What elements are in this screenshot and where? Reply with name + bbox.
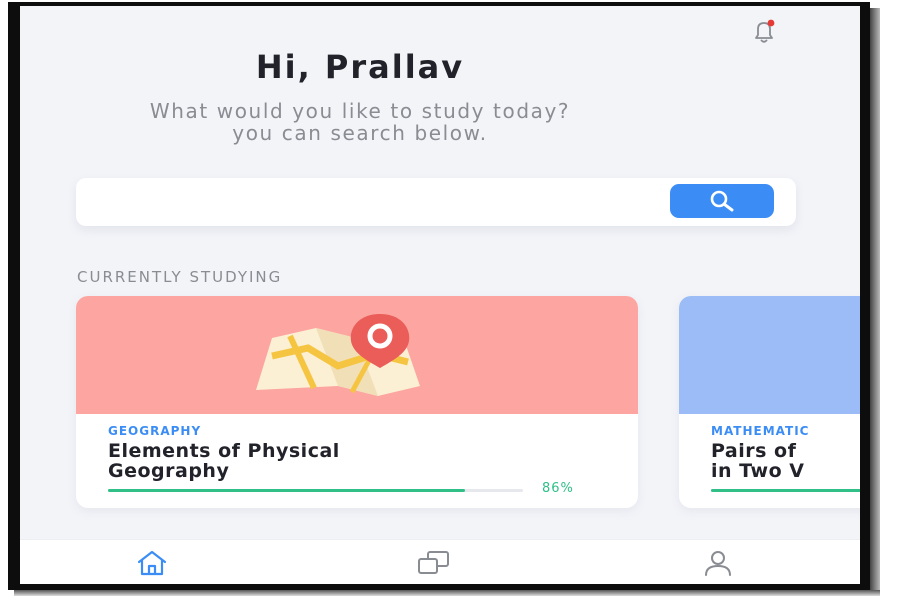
search-icon [710,190,734,212]
course-progress-label: 86% [542,481,574,496]
greeting-heading: Hi, Prallav [255,48,465,86]
app-screen: Hi, Prallav What would you like to study… [20,6,860,584]
subtitle-text: What would you like to study today? you … [60,100,660,144]
subtitle-line-1: What would you like to study today? [149,99,571,123]
search-button[interactable] [670,184,774,218]
profile-icon [705,551,731,576]
course-progress-fill [711,489,860,492]
course-subject: MATHEMATIC [711,424,810,438]
course-progress-fill [108,489,465,492]
nav-courses[interactable] [414,547,454,579]
course-title-line-1: Elements of Physical [108,440,340,462]
course-card-banner [76,296,638,414]
course-progress-bar [711,489,860,492]
course-card-banner [679,296,860,414]
frame-shadow-right [870,8,880,592]
nav-profile[interactable] [698,547,738,579]
course-title-line-2: Geography [108,460,230,482]
course-title-line-1: Pairs of [711,440,797,462]
courses-icon [418,551,449,574]
notification-button[interactable] [747,14,781,48]
search-input[interactable] [92,186,656,220]
course-title-line-2: in Two V [711,460,805,482]
map-pin-icon [256,314,420,396]
course-card-mathematics[interactable]: MATHEMATIC Pairs of in Two V [679,296,860,508]
frame-shadow-bottom [14,590,880,596]
course-subject: GEOGRAPHY [108,424,202,438]
notification-badge [767,19,775,27]
course-title: Pairs of in Two V [711,441,860,481]
subtitle-line-2: you can search below. [232,121,488,145]
course-progress-bar [108,489,523,492]
course-title: Elements of Physical Geography [108,441,568,481]
section-title-currently-studying: CURRENTLY STUDYING [77,268,283,286]
home-icon [137,550,167,576]
course-card-geography[interactable]: GEOGRAPHY Elements of Physical Geography… [76,296,638,508]
bell-icon [755,19,775,43]
nav-home[interactable] [132,547,172,579]
bottom-navigation [20,539,860,584]
search-bar [76,178,796,226]
